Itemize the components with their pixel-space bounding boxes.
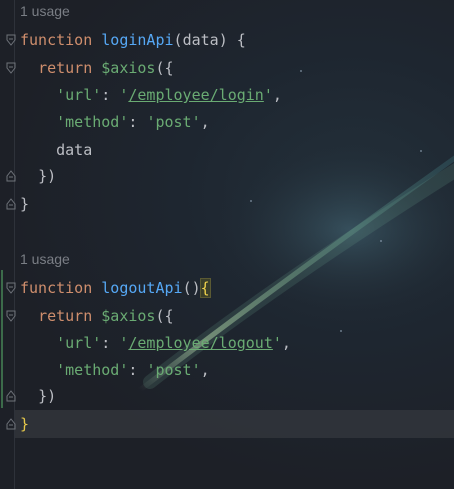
fold-end-icon[interactable] bbox=[6, 418, 16, 430]
string-token: 'url' bbox=[56, 86, 102, 104]
matched-brace: { bbox=[199, 278, 211, 298]
keyword-token: return bbox=[38, 59, 93, 77]
code-line[interactable]: data bbox=[20, 140, 92, 160]
string-token: 'method' bbox=[56, 113, 129, 131]
star-decoration bbox=[420, 150, 422, 152]
fold-open-icon[interactable] bbox=[6, 310, 16, 322]
code-line[interactable]: 'method': 'post', bbox=[20, 360, 210, 380]
code-line[interactable]: }) bbox=[20, 386, 56, 406]
fold-open-icon[interactable] bbox=[6, 282, 16, 294]
function-name-token: logoutApi bbox=[101, 279, 183, 297]
star-decoration bbox=[300, 70, 302, 72]
keyword-token: function bbox=[20, 279, 93, 297]
url-link[interactable]: /employee/logout bbox=[128, 334, 273, 352]
string-token: 'url' bbox=[56, 334, 102, 352]
code-line[interactable]: return $axios({ bbox=[20, 306, 173, 326]
current-line-highlight bbox=[15, 410, 454, 438]
identifier-token: data bbox=[56, 141, 93, 159]
usage-hint[interactable]: 1 usage bbox=[20, 3, 70, 19]
fold-end-icon[interactable] bbox=[6, 198, 16, 210]
code-line[interactable]: 'method': 'post', bbox=[20, 112, 210, 132]
string-token: 'post' bbox=[146, 113, 201, 131]
keyword-token: return bbox=[38, 307, 93, 325]
star-decoration bbox=[340, 330, 342, 332]
matched-brace: } bbox=[20, 415, 30, 433]
code-line[interactable]: } bbox=[20, 414, 29, 434]
fold-open-icon[interactable] bbox=[6, 62, 16, 74]
vcs-change-marker[interactable] bbox=[1, 270, 3, 408]
string-token: 'method' bbox=[56, 361, 129, 379]
identifier-token: $axios bbox=[101, 59, 156, 77]
star-decoration bbox=[250, 200, 252, 202]
code-line[interactable]: function loginApi(data) { bbox=[20, 30, 246, 50]
fold-end-icon[interactable] bbox=[6, 390, 16, 402]
param-token: data bbox=[182, 31, 219, 49]
url-link[interactable]: /employee/login bbox=[128, 86, 263, 104]
string-token: 'post' bbox=[146, 361, 201, 379]
code-line[interactable]: }) bbox=[20, 166, 56, 186]
code-editor[interactable]: 1 usage function loginApi(data) { return… bbox=[0, 0, 454, 489]
star-decoration bbox=[380, 240, 382, 242]
code-line[interactable]: return $axios({ bbox=[20, 58, 173, 78]
function-name-token: loginApi bbox=[101, 31, 174, 49]
code-line[interactable]: function logoutApi(){ bbox=[20, 278, 211, 298]
fold-end-icon[interactable] bbox=[6, 170, 16, 182]
code-line[interactable]: 'url': '/employee/logout', bbox=[20, 333, 291, 353]
fold-open-icon[interactable] bbox=[6, 34, 16, 46]
code-line[interactable]: 'url': '/employee/login', bbox=[20, 85, 282, 105]
usage-hint[interactable]: 1 usage bbox=[20, 251, 70, 267]
identifier-token: $axios bbox=[101, 307, 156, 325]
code-line[interactable]: } bbox=[20, 194, 29, 214]
keyword-token: function bbox=[20, 31, 93, 49]
